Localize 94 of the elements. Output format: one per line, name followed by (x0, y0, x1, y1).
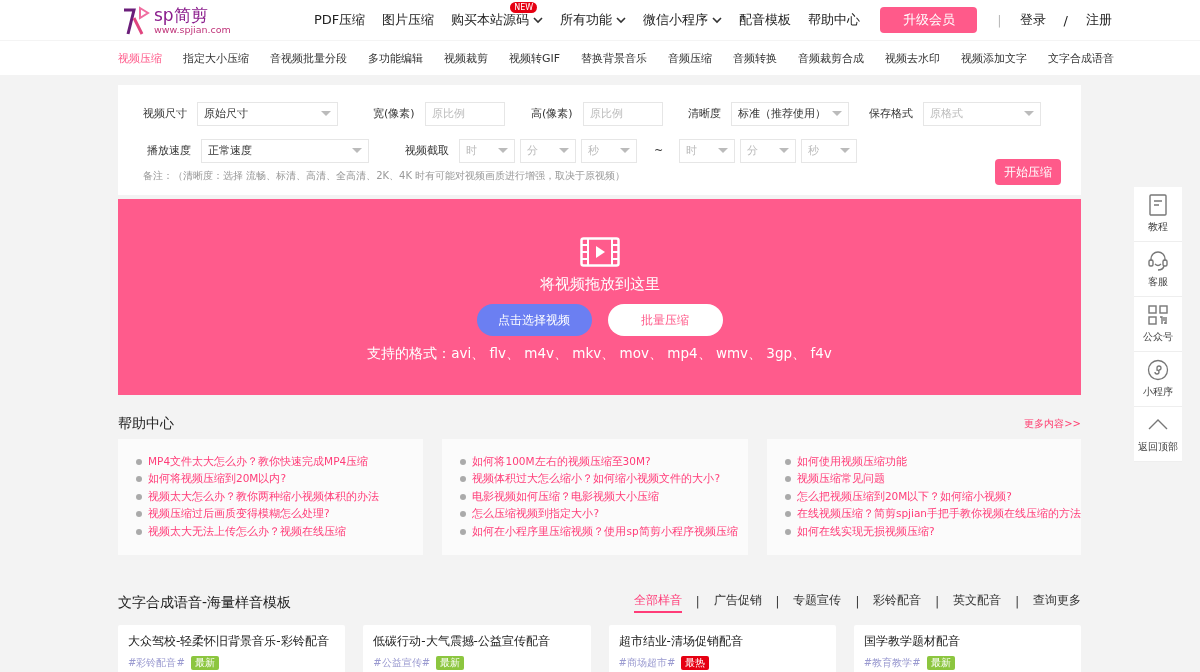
bullet-icon (136, 528, 142, 535)
divider-text: | (935, 594, 940, 611)
status-badge: 最热 (681, 656, 710, 670)
template-card[interactable]: 超市结业-清场促销配音 #商场超市# 最热 (608, 625, 836, 672)
field-label: 高(像素) (529, 106, 574, 121)
filter-tab[interactable]: 彩铃配音 (873, 593, 922, 613)
subnav-link[interactable]: 指定大小压缩 (183, 50, 249, 66)
sidebar-item[interactable]: 小程序 (1134, 352, 1182, 407)
sidebar-item[interactable]: 教程 (1134, 187, 1182, 242)
subnav-link[interactable]: 音视频批量分段 (270, 50, 347, 66)
bullet-icon (784, 476, 791, 483)
drop-title: 将视频拖放到这里 (539, 275, 660, 294)
bullet-icon (460, 476, 467, 483)
section-title: 帮助中心 (118, 415, 174, 433)
select-field[interactable]: 正常速度 (201, 138, 369, 163)
bullet-icon (460, 528, 467, 535)
logo-icon (122, 4, 150, 36)
subnav-link[interactable]: 文字合成语音 (1048, 50, 1115, 66)
input-field[interactable]: 原比例 (424, 101, 505, 126)
filter-tab[interactable]: 英文配音 (953, 593, 1002, 613)
slash-text: / (1063, 12, 1068, 28)
nav-link[interactable]: 微信小程序 (643, 11, 723, 29)
filter-tab[interactable]: 查询更多 (1033, 593, 1081, 613)
new-badge: NEW (510, 2, 538, 13)
field-label: 视频截取 (404, 143, 450, 158)
nav-link[interactable]: PDF压缩 (313, 11, 366, 29)
subnav-link[interactable]: 替换背景音乐 (581, 50, 648, 66)
logo-url: www.spjian.com (154, 23, 231, 35)
drop-zone[interactable]: 将视频拖放到这里 点击选择视频 批量压缩 支持的格式：avi、 flv、 m4v、 mkv、 mov、 mp4、 wmv、 3gp、 f4v (118, 199, 1081, 395)
bullet-icon (460, 458, 467, 465)
supported-formats: 支持的格式：avi、 flv、 m4v、 mkv、 mov、 mp4、 wmv、 3gp、 f4v (367, 345, 832, 363)
subnav-link[interactable]: 音频裁剪合成 (798, 50, 865, 66)
subnav-link[interactable]: 视频添加文字 (961, 50, 1028, 66)
nav-link[interactable]: 所有功能 (560, 11, 627, 29)
field-label: 宽(像素) (372, 106, 416, 121)
nav-link[interactable]: 帮助中心 (808, 11, 861, 29)
status-badge: 最新 (926, 656, 955, 670)
bullet-icon (460, 493, 467, 500)
tilde-text: ~ (654, 144, 664, 157)
status-badge: 最新 (190, 656, 219, 670)
subnav-link[interactable]: 多功能编辑 (368, 50, 423, 66)
bullet-icon (784, 493, 791, 500)
bullet-icon (784, 528, 791, 535)
bullet-icon (136, 458, 142, 465)
status-badge: 最新 (436, 656, 464, 670)
input-field[interactable]: 原比例 (582, 101, 663, 126)
divider-text: | (775, 594, 780, 611)
bullet-icon (784, 511, 791, 518)
document-icon (1147, 194, 1169, 216)
filter-tab[interactable]: 专题宣传 (793, 593, 842, 613)
select-video-button[interactable]: 点击选择视频 (476, 304, 592, 336)
template-card[interactable]: 低碳行动-大气震撼-公益宣传配音 #公益宣传# 最新 (363, 625, 591, 672)
bullet-icon (136, 476, 142, 483)
card-title: 国学教学题材配音 (863, 633, 961, 650)
headset-icon (1147, 249, 1169, 271)
nav-link[interactable]: 图片压缩 (382, 11, 435, 29)
select-field[interactable]: 标准（推荐使用） (730, 101, 849, 126)
subnav-link[interactable]: 视频去水印 (885, 50, 941, 66)
mini-program-icon (1147, 359, 1169, 381)
nav-link[interactable]: 购买本站源码 (451, 11, 544, 29)
logo-title[interactable]: sp简剪 (154, 5, 231, 24)
filter-tab[interactable]: 广告促销 (713, 593, 762, 613)
sidebar-item[interactable]: 客服 (1134, 242, 1182, 297)
field-label: 视频尺寸 (143, 106, 188, 121)
card-title: 超市结业-清场促销配音 (618, 633, 744, 650)
subnav-link[interactable]: 音频转换 (733, 50, 778, 66)
divider-text: | (695, 594, 700, 611)
bullet-icon (784, 458, 791, 465)
divider-text: | (1015, 594, 1019, 611)
subnav-link[interactable]: 音频压缩 (668, 50, 713, 66)
bullet-icon (136, 493, 142, 500)
sidebar-item[interactable]: 公众号 (1134, 297, 1182, 352)
subnav-link[interactable]: 视频转GIF (509, 50, 561, 66)
bullet-icon (460, 511, 467, 518)
field-label: 保存格式 (868, 106, 914, 121)
nav-link[interactable]: 配音模板 (739, 11, 792, 29)
template-card[interactable]: 国学教学题材配音 #教育教学# 最新 (853, 625, 1081, 672)
section-title: 文字合成语音-海量样音模板 (118, 594, 292, 612)
divider-text: | (997, 12, 1002, 28)
divider-text: | (855, 594, 860, 611)
bullet-icon (136, 511, 142, 518)
subnav-link[interactable]: 视频裁剪 (444, 50, 488, 66)
login-link[interactable]: 登录 (1019, 11, 1046, 29)
video-film-icon (579, 237, 620, 267)
field-label: 清晰度 (686, 106, 722, 121)
sidebar-item[interactable]: 返回顶部 (1134, 407, 1182, 462)
note-text: 备注：（清晰度：选择 流畅、标清、高清、全高清、2K、4K 时有可能对视频画质进行增强，取决于原视频） (143, 169, 626, 183)
field-label: 播放速度 (146, 143, 192, 158)
template-card[interactable]: 大众驾校-轻柔怀旧背景音乐-彩铃配音 #彩铃配音# 最新 (118, 625, 346, 672)
card-title: 低碳行动-大气震撼-公益宣传配音 (373, 633, 551, 650)
qr-code-icon (1147, 304, 1169, 326)
select-field[interactable]: 原始尺寸 (197, 101, 339, 126)
register-link[interactable]: 注册 (1086, 11, 1112, 29)
card-title: 大众驾校-轻柔怀旧背景音乐-彩铃配音 (128, 633, 330, 650)
